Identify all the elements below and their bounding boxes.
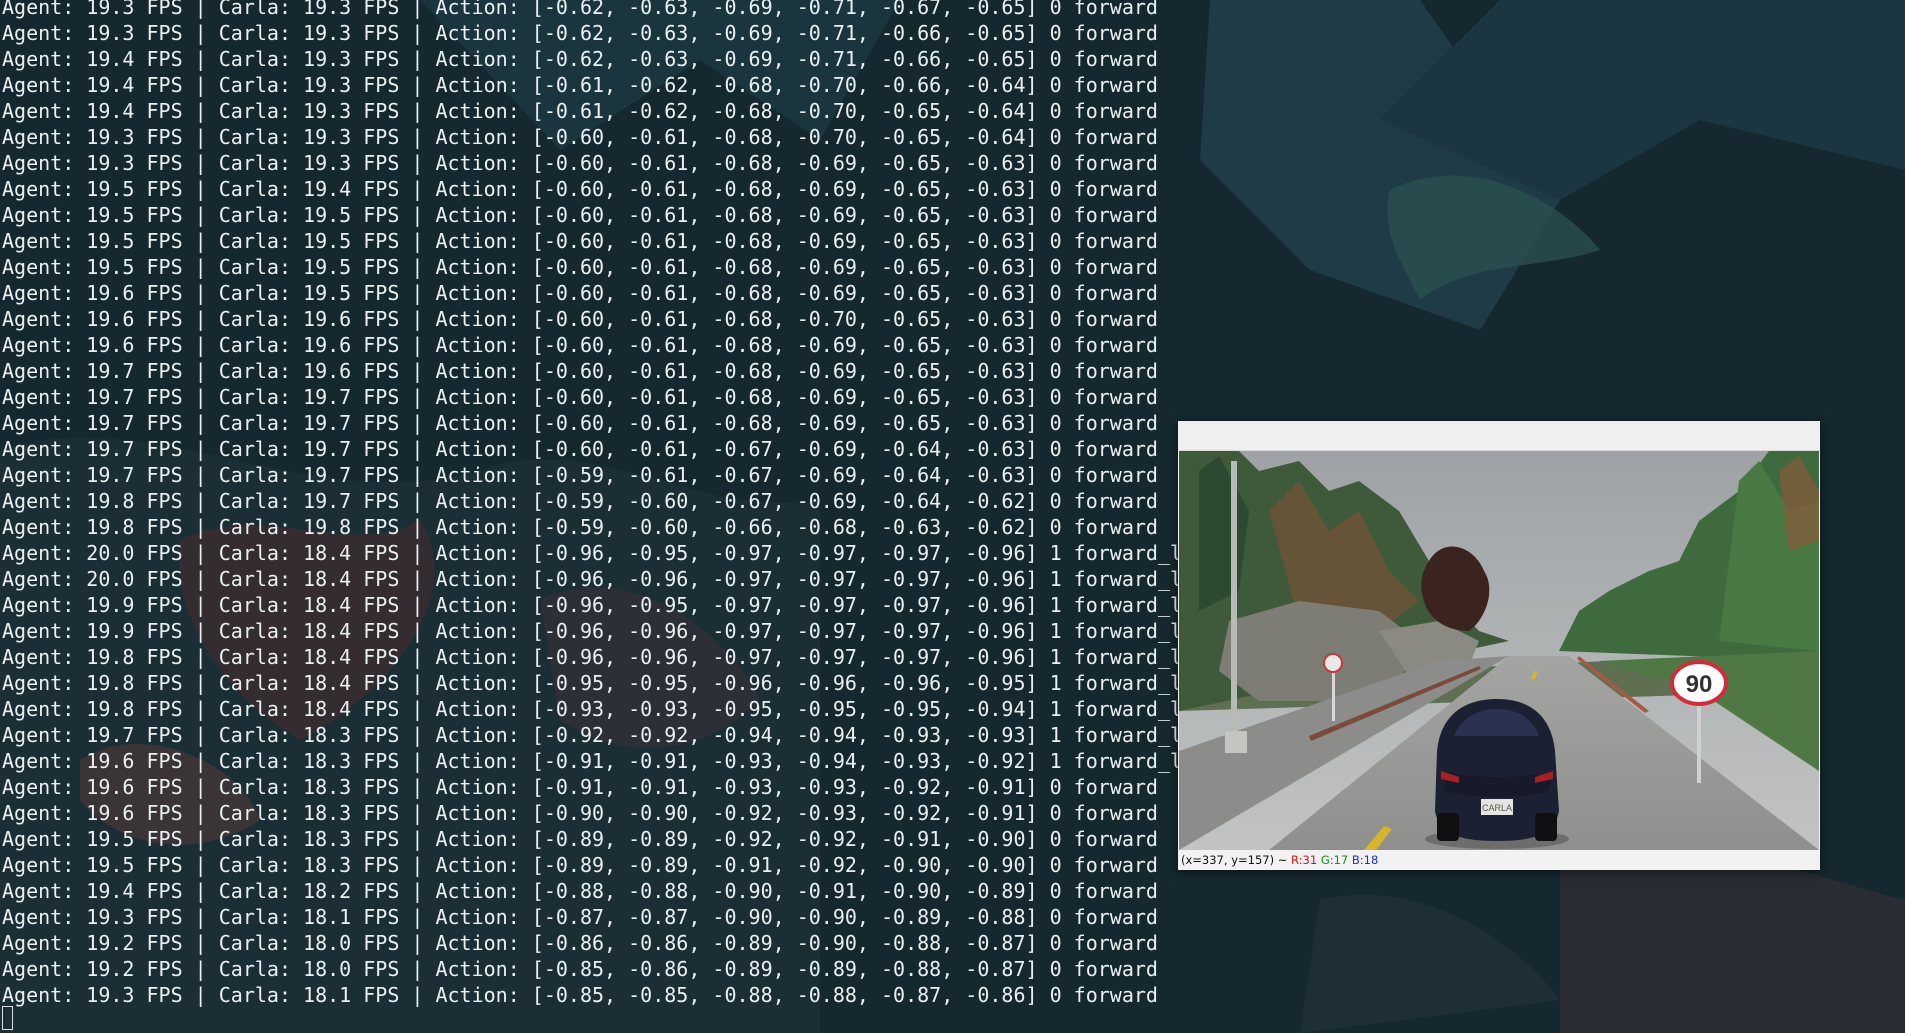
speed-limit-sign: 90 — [1686, 671, 1713, 698]
terminal-line: Agent: 19.3 FPS | Carla: 18.1 FPS | Acti… — [2, 983, 1158, 1007]
pixel-coordinates: (x=337, y=157) ~ — [1181, 853, 1292, 867]
terminal-line: Agent: 19.7 FPS | Carla: 18.3 FPS | Acti… — [2, 723, 1180, 747]
terminal-line: Agent: 19.3 FPS | Carla: 18.1 FPS | Acti… — [2, 905, 1158, 929]
pixel-red-value: R:31 — [1291, 853, 1318, 867]
terminal-line: Agent: 19.9 FPS | Carla: 18.4 FPS | Acti… — [2, 619, 1180, 643]
terminal-line: Agent: 19.8 FPS | Carla: 19.7 FPS | Acti… — [2, 489, 1158, 513]
terminal-line: Agent: 20.0 FPS | Carla: 18.4 FPS | Acti… — [2, 541, 1180, 565]
terminal-line: Agent: 19.6 FPS | Carla: 18.3 FPS | Acti… — [2, 801, 1158, 825]
terminal-cursor — [2, 1006, 13, 1030]
terminal-line: Agent: 19.4 FPS | Carla: 19.3 FPS | Acti… — [2, 73, 1158, 97]
viewer-titlebar[interactable] — [1178, 421, 1820, 451]
terminal-line: Agent: 19.3 FPS | Carla: 19.3 FPS | Acti… — [2, 21, 1158, 45]
terminal-line: Agent: 19.3 FPS | Carla: 19.3 FPS | Acti… — [2, 151, 1158, 175]
terminal-line: Agent: 20.0 FPS | Carla: 18.4 FPS | Acti… — [2, 567, 1180, 591]
terminal-line: Agent: 19.6 FPS | Carla: 19.6 FPS | Acti… — [2, 307, 1158, 331]
terminal-line: Agent: 19.2 FPS | Carla: 18.0 FPS | Acti… — [2, 931, 1158, 955]
pixel-green-value: G:17 — [1320, 853, 1349, 867]
terminal-line: Agent: 19.9 FPS | Carla: 18.4 FPS | Acti… — [2, 593, 1180, 617]
terminal-line: Agent: 19.7 FPS | Carla: 19.7 FPS | Acti… — [2, 437, 1158, 461]
terminal-line: Agent: 19.5 FPS | Carla: 18.3 FPS | Acti… — [2, 827, 1158, 851]
terminal-line: Agent: 19.5 FPS | Carla: 19.4 FPS | Acti… — [2, 177, 1158, 201]
terminal-line: Agent: 19.6 FPS | Carla: 18.3 FPS | Acti… — [2, 775, 1158, 799]
desktop: Agent: 19.3 FPS | Carla: 19.3 FPS | Acti… — [0, 0, 1905, 1033]
license-plate: CARLA — [1482, 803, 1512, 813]
terminal-line: Agent: 19.3 FPS | Carla: 19.3 FPS | Acti… — [2, 125, 1158, 149]
terminal-line: Agent: 19.4 FPS | Carla: 19.3 FPS | Acti… — [2, 99, 1158, 123]
terminal-line: Agent: 19.2 FPS | Carla: 18.0 FPS | Acti… — [2, 957, 1158, 981]
terminal-line: Agent: 19.6 FPS | Carla: 18.3 FPS | Acti… — [2, 749, 1180, 773]
terminal-line: Agent: 19.7 FPS | Carla: 19.7 FPS | Acti… — [2, 385, 1158, 409]
terminal-line: Agent: 19.8 FPS | Carla: 18.4 FPS | Acti… — [2, 671, 1180, 695]
terminal-line: Agent: 19.8 FPS | Carla: 19.8 FPS | Acti… — [2, 515, 1158, 539]
terminal-line: Agent: 19.8 FPS | Carla: 18.4 FPS | Acti… — [2, 697, 1180, 721]
terminal-line: Agent: 19.4 FPS | Carla: 18.2 FPS | Acti… — [2, 879, 1158, 903]
camera-viewer-window[interactable]: 90 CARLA (x=337, y=157) ~ R:31 G:17 B:18 — [1178, 421, 1820, 870]
terminal-line: Agent: 19.7 FPS | Carla: 19.6 FPS | Acti… — [2, 359, 1158, 383]
terminal-line: Agent: 19.3 FPS | Carla: 19.3 FPS | Acti… — [2, 0, 1158, 19]
camera-image[interactable]: 90 CARLA — [1179, 451, 1819, 850]
terminal-line: Agent: 19.8 FPS | Carla: 18.4 FPS | Acti… — [2, 645, 1180, 669]
terminal-line: Agent: 19.6 FPS | Carla: 19.5 FPS | Acti… — [2, 281, 1158, 305]
terminal-line: Agent: 19.5 FPS | Carla: 19.5 FPS | Acti… — [2, 255, 1158, 279]
terminal-line: Agent: 19.5 FPS | Carla: 19.5 FPS | Acti… — [2, 203, 1158, 227]
viewer-statusbar: (x=337, y=157) ~ R:31 G:17 B:18 — [1178, 850, 1820, 870]
terminal-output[interactable]: Agent: 19.3 FPS | Carla: 19.3 FPS | Acti… — [0, 0, 1180, 1033]
pixel-blue-value: B:18 — [1351, 853, 1379, 867]
terminal-line: Agent: 19.7 FPS | Carla: 19.7 FPS | Acti… — [2, 411, 1158, 435]
terminal-line: Agent: 19.5 FPS | Carla: 18.3 FPS | Acti… — [2, 853, 1158, 877]
terminal-line: Agent: 19.4 FPS | Carla: 19.3 FPS | Acti… — [2, 47, 1158, 71]
terminal-line: Agent: 19.5 FPS | Carla: 19.5 FPS | Acti… — [2, 229, 1158, 253]
terminal-line: Agent: 19.6 FPS | Carla: 19.6 FPS | Acti… — [2, 333, 1158, 357]
terminal-line: Agent: 19.7 FPS | Carla: 19.7 FPS | Acti… — [2, 463, 1158, 487]
